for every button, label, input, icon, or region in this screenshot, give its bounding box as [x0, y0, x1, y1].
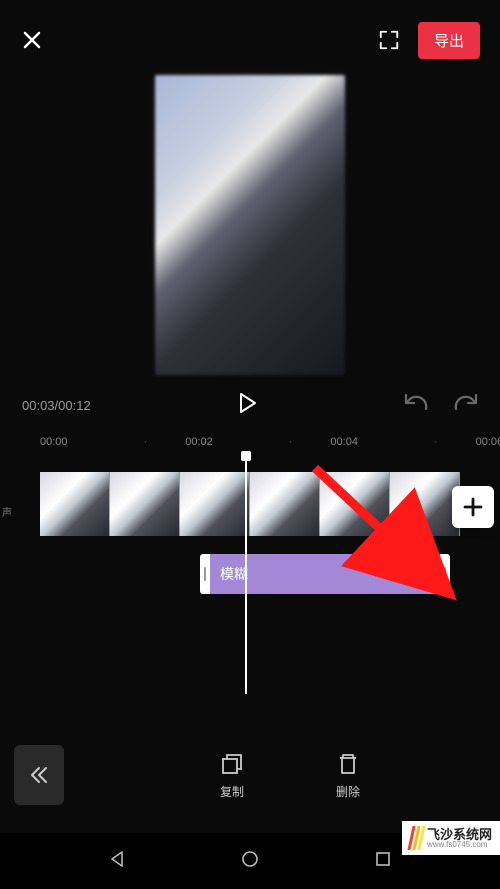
video-preview[interactable]: [155, 75, 345, 375]
copy-label: 复制: [220, 783, 244, 800]
ruler-mark: 00:00: [40, 436, 68, 448]
close-button[interactable]: [20, 28, 44, 52]
header-right-controls: 导出: [378, 22, 480, 59]
nav-back-button[interactable]: [107, 849, 127, 874]
triangle-back-icon: [107, 849, 127, 869]
playback-controls: 00:03/00:12: [0, 380, 500, 430]
bottom-toolbar: 复制 删除: [0, 735, 500, 815]
delete-icon: [335, 751, 361, 777]
thumbnail: [250, 472, 320, 536]
play-button[interactable]: [237, 392, 257, 419]
watermark: 飞沙系统网 www.fs0745.com: [402, 821, 500, 855]
fullscreen-button[interactable]: [378, 29, 400, 51]
top-bar: 导出: [0, 0, 500, 70]
thumbnail: [110, 472, 180, 536]
square-recent-icon: [373, 849, 393, 869]
watermark-url: www.fs0745.com: [427, 841, 492, 849]
ruler-mark: 00:02: [185, 436, 213, 448]
thumbnail: [180, 472, 250, 536]
ruler-tick: ·: [289, 436, 293, 448]
export-button[interactable]: 导出: [418, 22, 480, 59]
thumbnail: [40, 472, 110, 536]
collapse-button[interactable]: [14, 745, 64, 805]
ruler-mark: 00:06: [476, 436, 500, 448]
chevron-double-left-icon: [28, 764, 50, 786]
watermark-title: 飞沙系统网: [427, 828, 492, 841]
timecode: 00:03/00:12: [22, 398, 91, 413]
thumbnail: [320, 472, 390, 536]
timeline[interactable]: 声 模糊: [0, 454, 500, 634]
circle-home-icon: [240, 849, 260, 869]
effect-clip[interactable]: 模糊: [200, 554, 450, 594]
copy-button[interactable]: 复制: [219, 751, 245, 800]
redo-icon: [452, 393, 478, 413]
watermark-logo: [410, 826, 423, 850]
undo-icon: [404, 393, 430, 413]
delete-button[interactable]: 删除: [335, 751, 361, 800]
play-icon: [237, 392, 257, 414]
delete-label: 删除: [336, 783, 360, 800]
plus-icon: [462, 496, 484, 518]
tool-actions: 复制 删除: [94, 751, 486, 800]
preview-area: [0, 70, 500, 380]
close-icon: [20, 28, 44, 52]
effect-label: 模糊: [220, 564, 248, 584]
fullscreen-icon: [378, 29, 400, 51]
undo-redo-group: [404, 393, 478, 418]
total-time: 00:12: [58, 398, 91, 413]
ruler-tick: ·: [434, 436, 438, 448]
ruler-mark: 00:04: [330, 436, 358, 448]
redo-button[interactable]: [452, 393, 478, 418]
video-track[interactable]: [40, 472, 500, 536]
playhead[interactable]: [245, 454, 247, 694]
track-label: 声: [2, 504, 12, 519]
thumbnail: [390, 472, 460, 536]
undo-button[interactable]: [404, 393, 430, 418]
ruler-tick: ·: [144, 436, 148, 448]
add-clip-button[interactable]: [452, 486, 494, 528]
nav-recent-button[interactable]: [373, 849, 393, 874]
copy-icon: [219, 751, 245, 777]
current-time: 00:03: [22, 398, 55, 413]
nav-home-button[interactable]: [240, 849, 260, 874]
